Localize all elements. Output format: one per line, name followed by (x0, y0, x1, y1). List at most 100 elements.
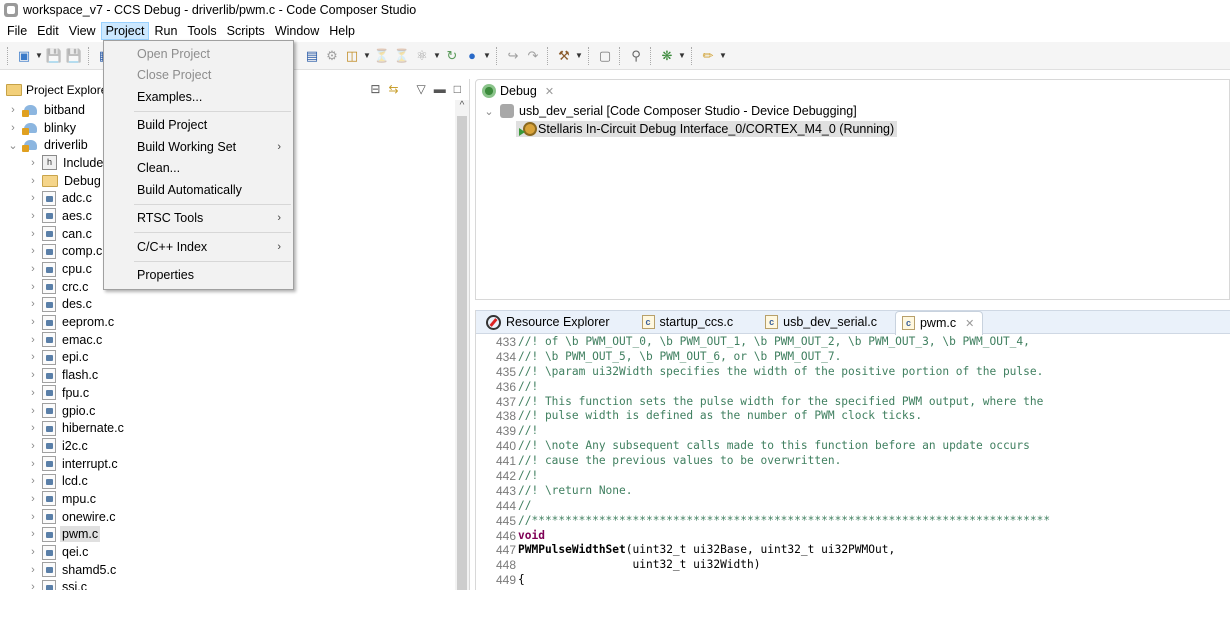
menu-file[interactable]: File (2, 22, 32, 40)
new-icon[interactable]: ▣ (15, 47, 33, 65)
chevron-right-icon[interactable]: › (26, 475, 40, 487)
menu-help[interactable]: Help (324, 22, 360, 40)
tab-startup-ccs[interactable]: c startup_ccs.c (636, 311, 742, 334)
chevron-right-icon[interactable]: › (26, 369, 40, 381)
tree-item[interactable]: › hibernate.c (0, 419, 452, 437)
menu-item-close-project[interactable]: Close Project (104, 65, 293, 87)
chevron-right-icon[interactable]: › (26, 192, 40, 204)
code-line[interactable]: 440//! \note Any subsequent calls made t… (476, 439, 1230, 454)
code-line[interactable]: 443//! \return None. (476, 484, 1230, 499)
step-over-icon[interactable]: ↷ (524, 47, 542, 65)
code-line[interactable]: 446 void (476, 529, 1230, 544)
chevron-right-icon[interactable]: › (26, 405, 40, 417)
load-dropdown-icon[interactable]: ▼ (363, 51, 371, 60)
chevron-right-icon[interactable]: › (26, 564, 40, 576)
chevron-right-icon[interactable]: › (26, 281, 40, 293)
chevron-right-icon[interactable]: › (26, 351, 40, 363)
menu-item-rtsc-tools[interactable]: RTSC Tools › (104, 208, 293, 230)
code-editor[interactable]: 433//! of \b PWM_OUT_0, \b PWM_OUT_1, \b… (476, 335, 1230, 590)
load-program-icon[interactable]: ◫ (343, 47, 361, 65)
chevron-right-icon[interactable]: › (26, 298, 40, 310)
new-dropdown-icon[interactable]: ▼ (35, 51, 43, 60)
tree-item[interactable]: › onewire.c (0, 508, 452, 526)
chevron-right-icon[interactable]: › (26, 157, 40, 169)
chevron-down-icon[interactable]: ⌄ (482, 105, 496, 118)
tree-item[interactable]: › flash.c (0, 366, 452, 384)
menu-run[interactable]: Run (149, 22, 182, 40)
chevron-right-icon[interactable]: › (26, 546, 40, 558)
close-icon[interactable]: ✕ (965, 317, 974, 330)
chevron-right-icon[interactable]: › (26, 387, 40, 399)
tab-resource-explorer[interactable]: Resource Explorer (480, 311, 618, 334)
chevron-right-icon[interactable]: › (26, 458, 40, 470)
tree-item[interactable]: › epi.c (0, 349, 452, 367)
external-tools-icon[interactable]: ✏ (699, 47, 717, 65)
link-with-editor-icon[interactable]: ⇆ (388, 82, 398, 96)
chevron-right-icon[interactable]: › (26, 316, 40, 328)
debug-target-row[interactable]: Stellaris In-Circuit Debug Interface_0/C… (516, 121, 898, 137)
code-line[interactable]: 441//! cause the previous values to be o… (476, 454, 1230, 469)
menu-scripts[interactable]: Scripts (222, 22, 270, 40)
tree-item[interactable]: › interrupt.c (0, 455, 452, 473)
hw-breakpoint-icon[interactable]: ⏳ (393, 47, 411, 65)
chevron-right-icon[interactable]: › (26, 210, 40, 222)
debug-bug-icon[interactable]: ❋ (658, 47, 676, 65)
tab-pwm-c[interactable]: c pwm.c ✕ (894, 310, 984, 335)
build-config-icon[interactable]: ⚙ (323, 47, 341, 65)
target-config-icon[interactable]: ▤ (303, 47, 321, 65)
menu-item-build-working-set[interactable]: Build Working Set › (104, 136, 293, 158)
scroll-up-icon[interactable]: ^ (455, 100, 469, 116)
code-line[interactable]: 435//! \param ui32Width specifies the wi… (476, 365, 1230, 380)
chevron-right-icon[interactable]: › (26, 511, 40, 523)
menu-item-build-project[interactable]: Build Project (104, 115, 293, 137)
project-tree-scrollbar[interactable]: ^ (455, 100, 469, 590)
code-line[interactable]: 434//! \b PWM_OUT_5, \b PWM_OUT_6, or \b… (476, 350, 1230, 365)
chevron-down-icon[interactable]: ⌄ (6, 139, 20, 152)
build-hammer-icon[interactable]: ⚒ (555, 47, 573, 65)
menu-window[interactable]: Window (270, 22, 324, 40)
code-line[interactable]: 439//! (476, 424, 1230, 439)
view-menu-icon[interactable]: ▽ (417, 82, 426, 96)
menu-item-examples[interactable]: Examples... (104, 86, 293, 108)
chevron-right-icon[interactable]: › (26, 228, 40, 240)
menu-item-properties[interactable]: Properties (104, 265, 293, 287)
global-var-icon[interactable]: ● (463, 47, 481, 65)
open-perspective-icon[interactable]: ▢ (596, 47, 614, 65)
code-line[interactable]: 442//! (476, 469, 1230, 484)
menu-tools[interactable]: Tools (182, 22, 221, 40)
code-line[interactable]: 438//! pulse width is defined as the num… (476, 409, 1230, 424)
chevron-right-icon[interactable]: › (26, 245, 40, 257)
scrollbar-thumb[interactable] (457, 116, 467, 590)
breakpoint-icon[interactable]: ⏳ (373, 47, 391, 65)
menu-item-clean[interactable]: Clean... (104, 158, 293, 180)
tree-item[interactable]: › mpu.c (0, 490, 452, 508)
step-into-icon[interactable]: ↪ (504, 47, 522, 65)
tree-item[interactable]: › des.c (0, 296, 452, 314)
code-line[interactable]: 448 uint32_t ui32Width) (476, 558, 1230, 573)
chevron-right-icon[interactable]: › (26, 263, 40, 275)
menu-edit[interactable]: Edit (32, 22, 64, 40)
close-icon[interactable]: ✕ (545, 85, 554, 98)
chevron-right-icon[interactable]: › (6, 104, 20, 116)
build-dropdown-icon[interactable]: ▼ (575, 51, 583, 60)
tree-item[interactable]: › pwm.c (0, 526, 452, 544)
menu-view[interactable]: View (64, 22, 101, 40)
menu-project[interactable]: Project (100, 21, 150, 40)
chevron-right-icon[interactable]: › (26, 440, 40, 452)
debug-session-row[interactable]: ⌄ usb_dev_serial [Code Composer Studio -… (482, 104, 857, 118)
maximize-icon[interactable]: □ (454, 82, 461, 96)
chevron-right-icon[interactable]: › (26, 334, 40, 346)
search-icon[interactable]: ⚲ (627, 47, 645, 65)
debug-tab[interactable]: Debug ✕ (476, 80, 560, 102)
chevron-right-icon[interactable]: › (26, 493, 40, 505)
debug-dropdown-icon[interactable]: ▼ (678, 51, 686, 60)
tree-item[interactable]: › emac.c (0, 331, 452, 349)
menu-item-build-automatically[interactable]: Build Automatically (104, 179, 293, 201)
code-line[interactable]: 444// (476, 499, 1230, 514)
global-var-dropdown-icon[interactable]: ▼ (483, 51, 491, 60)
menu-item-c-c-index[interactable]: C/C++ Index › (104, 236, 293, 258)
save-icon[interactable]: 💾 (45, 47, 63, 65)
chevron-right-icon[interactable]: › (26, 528, 40, 540)
menu-item-open-project[interactable]: Open Project (104, 43, 293, 65)
restart-icon[interactable]: ↻ (443, 47, 461, 65)
